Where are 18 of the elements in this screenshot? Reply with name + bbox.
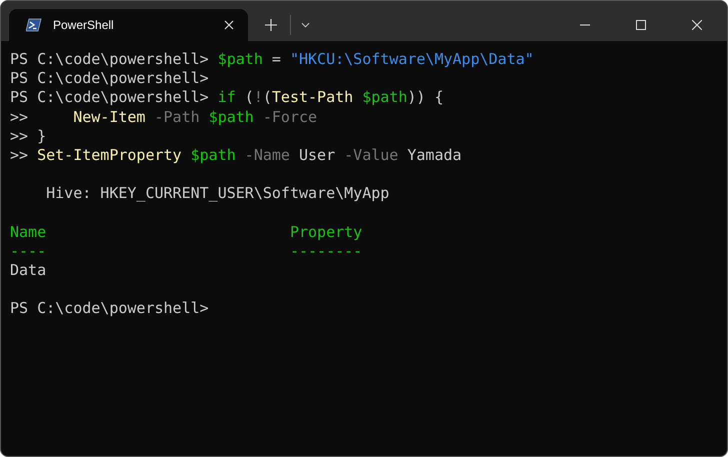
terminal-line: PS C:\code\powershell> bbox=[10, 299, 210, 319]
close-tab-icon[interactable] bbox=[224, 20, 234, 30]
dropdown-chevron-icon[interactable] bbox=[301, 22, 310, 28]
terminal-line: >> } bbox=[10, 126, 48, 146]
terminal-tab[interactable]: PowerShell bbox=[9, 9, 248, 41]
terminal-line: >> New-Item -Path $path -Force bbox=[10, 108, 318, 127]
close-icon[interactable] bbox=[692, 20, 702, 30]
terminal-line: PS C:\code\powershell> $path = "HKCU:\Software\MyApp\Data" bbox=[10, 50, 535, 70]
terminal-line: ---- -------- bbox=[10, 242, 364, 262]
terminal-line: PS C:\code\powershell> bbox=[10, 69, 210, 88]
terminal-line: Data bbox=[10, 261, 48, 280]
terminal-line: Name Property bbox=[10, 222, 364, 242]
powershell-icon bbox=[26, 18, 42, 32]
terminal-line: >> Set-ItemProperty $path -Name User -Value Yamada bbox=[10, 146, 463, 166]
terminal-line: Hive: HKEY_CURRENT_USER\Software\MyApp bbox=[45, 184, 390, 204]
plus-icon[interactable] bbox=[265, 19, 277, 31]
maximize-icon[interactable] bbox=[636, 20, 646, 30]
terminal-line: PS C:\code\powershell> if (!(Test-Path $path)) { bbox=[10, 88, 444, 108]
